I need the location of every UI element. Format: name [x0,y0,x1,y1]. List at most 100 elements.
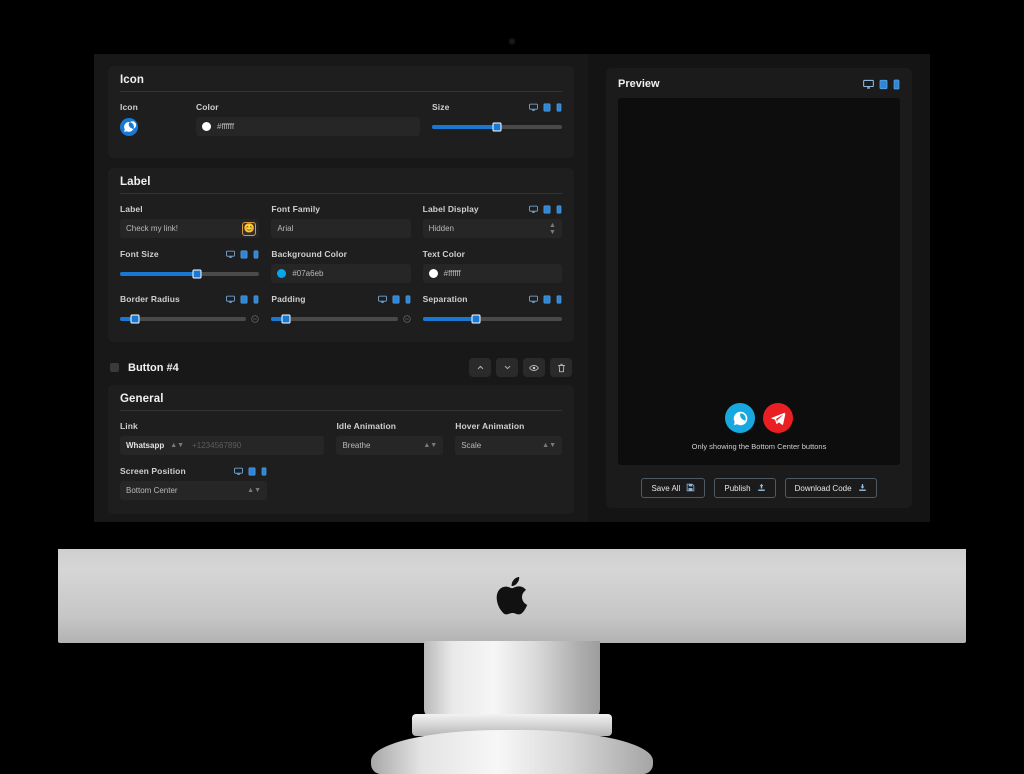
desktop-icon[interactable] [529,205,538,214]
mobile-icon[interactable] [893,79,900,90]
chevron-updown-icon: ▲▼ [423,442,438,449]
font-size-label: Font Size [120,249,159,259]
mobile-icon[interactable] [556,204,562,214]
tablet-icon[interactable] [543,295,551,304]
hover-animation-select[interactable]: Scale ▲▼ [455,436,562,455]
color-swatch [428,269,438,278]
delete-button[interactable] [550,358,572,377]
preview-floating-buttons [725,403,793,433]
desktop-icon[interactable] [529,295,538,304]
label-background-color-value: #07a6eb [292,269,324,278]
preview-note: Only showing the Bottom Center buttons [691,442,827,451]
link-type-value: Whatsapp [126,441,165,450]
link-input-group[interactable]: Whatsapp ▲▼ +1234567890 [120,436,325,455]
mobile-icon[interactable] [253,249,259,259]
device-toggle-group [377,294,411,304]
toggle-visibility-button[interactable] [523,358,545,377]
download-code-button[interactable]: Download Code [784,478,877,498]
idle-animation-field: Idle Animation Breathe ▲▼ [336,420,444,455]
mobile-icon[interactable] [253,294,259,304]
desktop-icon[interactable] [529,103,538,112]
mobile-icon[interactable] [556,102,562,112]
label-display-select[interactable]: Hidden ▲ ▼ [422,219,562,238]
font-family-label: Font Family [271,204,321,214]
label-text-color-value: #ffffff [443,269,461,278]
label-background-color-input[interactable]: #07a6eb [271,264,411,283]
device-toggle-group [529,294,562,304]
label-border-radius-slider[interactable] [120,309,259,328]
color-swatch [202,122,211,131]
apple-logo [496,577,528,615]
telegram-preview-button[interactable] [763,403,793,433]
idle-animation-label: Idle Animation [336,421,397,431]
publish-label: Publish [724,483,751,493]
imac-chin [58,549,966,643]
tablet-icon[interactable] [543,103,551,112]
general-section-title: General [120,393,164,405]
label-background-color-label: Background Color [271,249,348,259]
button-card-title: Button #4 [128,361,179,374]
tablet-icon[interactable] [543,205,551,214]
label-display-field: Label Display Hidden ▲ ▼ [422,203,562,238]
icon-section: Icon Icon Color #ffffff Size [108,66,574,158]
publish-button[interactable]: Publish [714,478,776,498]
whatsapp-preview-button[interactable] [725,403,755,433]
link-value-placeholder: +1234567890 [192,441,242,450]
label-background-color-field: Background Color #07a6eb [271,248,411,283]
emoji-picker-icon[interactable]: 😊 [242,221,257,236]
tablet-icon[interactable] [248,467,256,476]
idle-animation-select[interactable]: Breathe ▲▼ [336,436,444,455]
tablet-icon[interactable] [240,250,248,259]
label-padding-field: Padding [271,293,411,328]
link-values-icon[interactable] [403,310,411,328]
font-size-slider[interactable] [120,264,260,283]
label-separation-slider[interactable] [422,309,562,328]
preview-stage: Only showing the Bottom Center buttons [618,98,900,465]
mobile-icon[interactable] [405,294,411,304]
screen-position-select[interactable]: Bottom Center ▲▼ [120,481,267,500]
mobile-icon[interactable] [261,466,267,476]
label-border-radius-field: Border Radius [120,293,259,328]
label-text-color-field: Text Color #ffffff [422,248,562,283]
icon-color-input[interactable]: #ffffff [196,117,420,136]
label-text-color-input[interactable]: #ffffff [422,264,562,283]
link-field: Link Whatsapp ▲▼ +1234567890 [120,420,325,455]
camera-dot [509,39,515,44]
label-text-input[interactable]: Check my link! 😊 [120,219,260,238]
save-icon [686,483,695,494]
desktop-icon[interactable] [226,250,236,259]
icon-size-slider[interactable] [432,117,562,136]
link-values-icon[interactable] [251,310,259,328]
button-card-header: Button #4 [108,352,574,385]
download-icon [858,483,867,494]
chevron-updown-icon: ▲▼ [549,221,556,236]
desktop-icon[interactable] [863,79,874,90]
chevron-updown-icon: ▲▼ [247,487,261,494]
move-up-button[interactable] [469,358,491,377]
divider [120,91,562,92]
whatsapp-icon[interactable] [120,117,184,136]
icon-color-field: Color #ffffff [196,101,420,136]
font-family-input[interactable]: Arial [271,219,411,238]
imac-mockup: Icon Icon Color #ffffff Size Label Label… [0,0,1024,774]
mobile-icon[interactable] [556,294,562,304]
download-code-label: Download Code [794,483,852,493]
tablet-icon[interactable] [240,295,248,304]
device-toggle-group [226,294,259,304]
preview-pane: Preview Only showing the Bottom Center b… [588,54,930,522]
divider [120,193,562,194]
desktop-icon[interactable] [377,295,387,304]
desktop-icon[interactable] [226,295,236,304]
label-separation-field: Separation [422,293,562,328]
label-text-label: Label [120,204,143,214]
tablet-icon[interactable] [879,79,888,90]
move-down-button[interactable] [496,358,518,377]
tablet-icon[interactable] [392,295,400,304]
desktop-icon[interactable] [234,467,243,476]
save-all-button[interactable]: Save All [641,478,706,498]
drag-handle-icon[interactable] [110,363,119,372]
device-toggle-group [226,249,259,259]
device-toggle-group [529,102,562,112]
label-padding-slider[interactable] [271,309,411,328]
hover-animation-label: Hover Animation [455,421,525,431]
